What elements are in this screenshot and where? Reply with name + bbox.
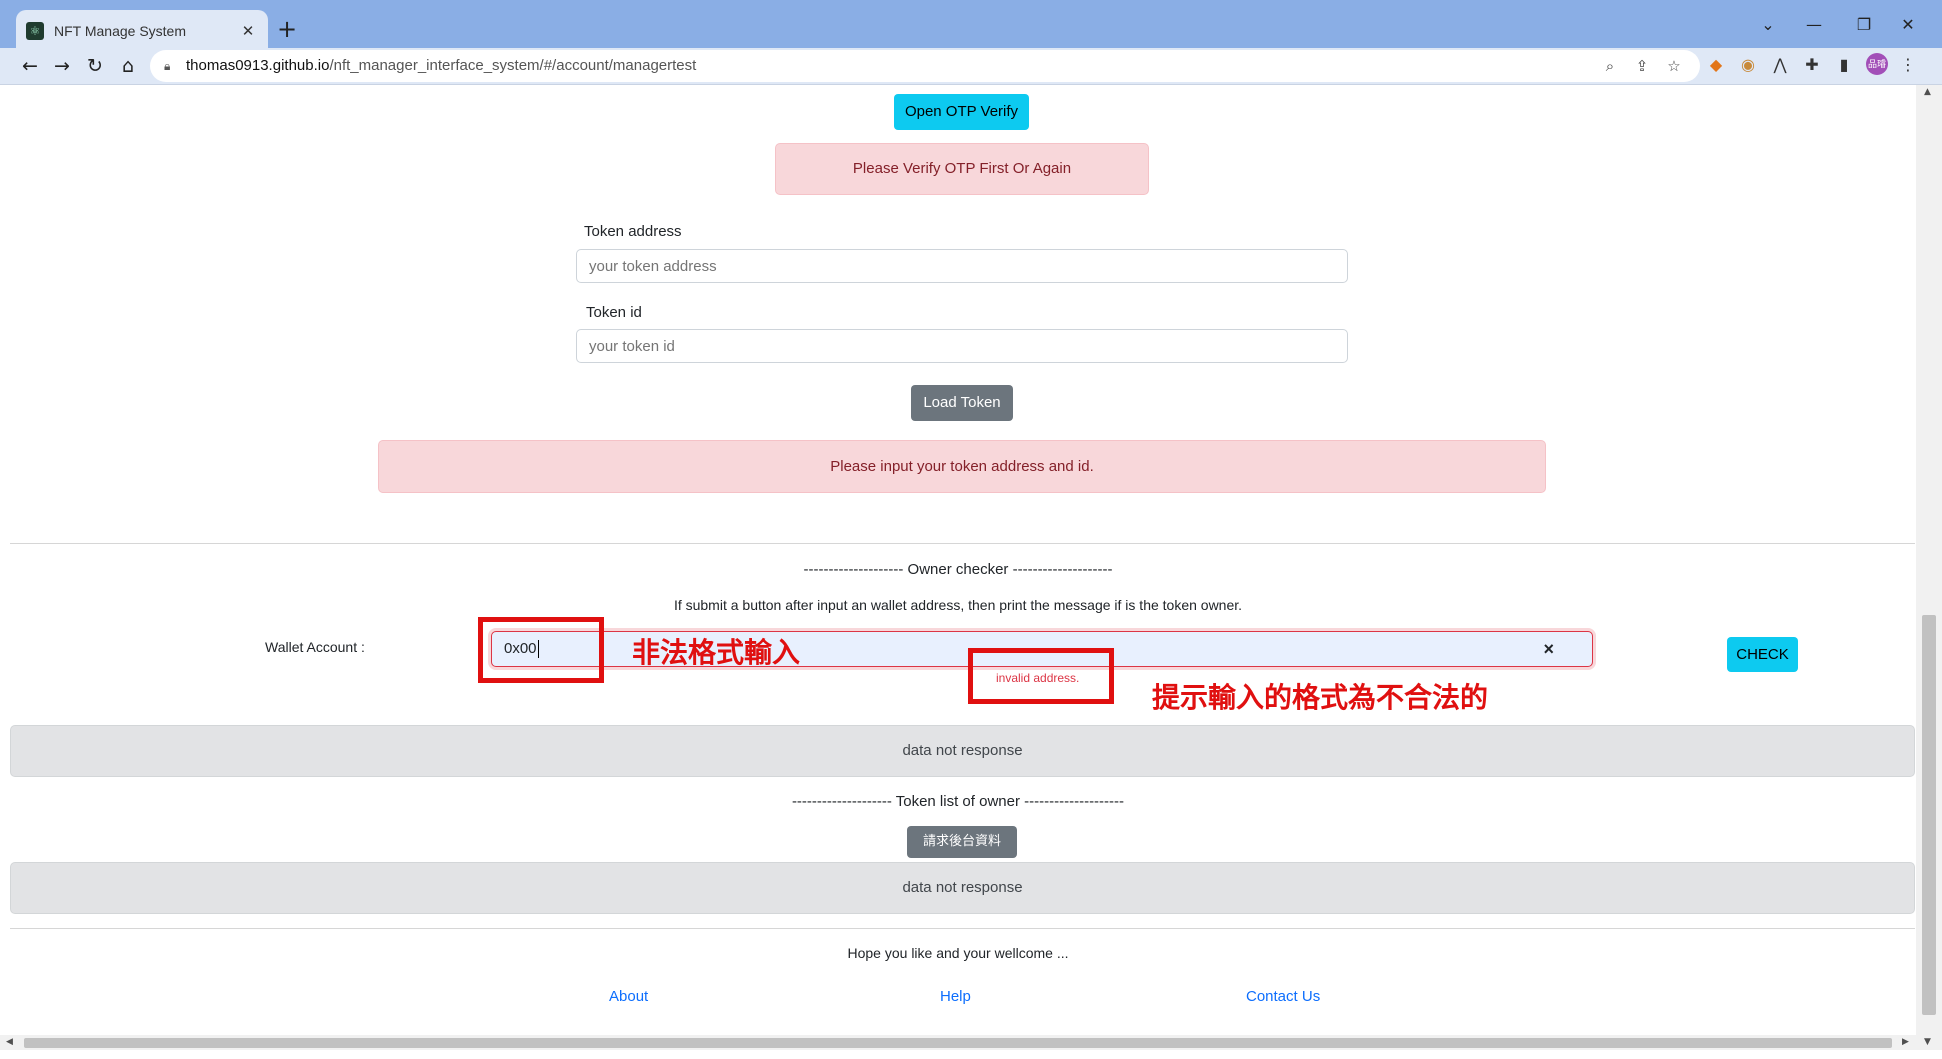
scroll-up-arrow-icon[interactable]: ▲ [1924,87,1931,97]
annotation-hint-illegal: 提示輸入的格式為不合法的 [1152,681,1489,714]
sidepanel-icon[interactable]: ▮ [1832,52,1856,78]
share-icon[interactable]: ⇪ [1630,54,1654,78]
about-link[interactable]: About [609,988,648,1005]
vertical-scrollbar[interactable]: ▲ ▼ [1916,85,1942,1050]
check-button[interactable]: CHECK [1727,637,1798,672]
browser-tab[interactable]: ⚛ NFT Manage System ✕ [16,10,268,52]
token-id-input[interactable] [576,329,1348,363]
zoom-icon[interactable]: ⌕ [1598,54,1622,78]
scroll-right-arrow-icon[interactable]: ▶ [1902,1037,1909,1047]
scroll-left-arrow-icon[interactable]: ◀ [6,1037,13,1047]
tab-title: NFT Manage System [54,23,187,39]
token-alert: Please input your token address and id. [378,440,1546,493]
close-window-button[interactable]: ✕ [1892,12,1924,38]
forward-arrow-icon[interactable]: → [48,52,76,80]
token-id-label: Token id [586,304,642,321]
contact-us-link[interactable]: Contact Us [1246,988,1320,1005]
otp-alert: Please Verify OTP First Or Again [775,143,1149,195]
star-icon[interactable]: ☆ [1662,54,1686,78]
vertical-scrollbar-thumb[interactable] [1922,615,1936,1015]
back-arrow-icon[interactable]: ← [16,52,44,80]
minimize-button[interactable]: — [1798,12,1830,38]
horizontal-scrollbar[interactable]: ◀ ▶ [0,1035,1916,1050]
load-token-button[interactable]: Load Token [911,385,1013,421]
annotation-illegal-format: 非法格式輸入 [632,636,801,669]
token-list-result: data not response [10,862,1915,914]
owner-check-result: data not response [10,725,1915,777]
url-text: thomas0913.github.io/nft_manager_interfa… [186,57,697,74]
metamask-icon[interactable]: ◆ [1704,52,1728,78]
wallet-account-label: Wallet Account : [265,639,365,655]
divider [10,543,1915,544]
page-content: Open OTP Verify Please Verify OTP First … [0,85,1916,1035]
home-icon[interactable]: ⌂ [114,52,142,80]
restore-button[interactable]: ❐ [1848,12,1880,38]
footer-divider [10,928,1915,929]
footer-message: Hope you like and your wellcome ... [847,945,1069,961]
reload-icon[interactable]: ↻ [81,52,109,80]
tab-search-icon[interactable]: ⌄ [1752,12,1784,38]
request-backend-data-button[interactable]: 請求後台資料 [907,826,1017,858]
token-list-heading: -------------------- Token list of owner… [791,793,1125,810]
menu-icon[interactable]: ⋮ [1896,52,1920,78]
help-link[interactable]: Help [940,988,971,1005]
annotation-box-input [478,617,604,683]
horizontal-scrollbar-thumb[interactable] [24,1038,1892,1048]
token-address-input[interactable] [576,249,1348,283]
browser-tab-bar: ⚛ NFT Manage System ✕ + ⌄ — ❐ ✕ [0,0,1942,52]
owner-checker-description: If submit a button after input an wallet… [673,597,1243,613]
close-tab-icon[interactable]: ✕ [238,22,258,40]
address-bar: ← → ↻ ⌂ 🔒︎ thomas0913.github.io/nft_mana… [0,48,1942,85]
avatar[interactable]: 品璿 [1866,53,1888,75]
annotation-box-error [968,648,1114,704]
owner-checker-heading: -------------------- Owner checker -----… [803,561,1113,578]
new-tab-button[interactable]: + [272,14,302,44]
window-bottom-edge [0,1050,1942,1059]
extension-icon[interactable]: ⋀ [1768,52,1792,78]
open-otp-verify-button[interactable]: Open OTP Verify [894,94,1029,130]
token-address-label: Token address [584,223,682,240]
react-favicon-icon: ⚛ [26,22,44,40]
scroll-down-arrow-icon[interactable]: ▼ [1924,1037,1931,1047]
lock-icon: 🔒︎ [164,59,171,73]
url-input[interactable]: 🔒︎ thomas0913.github.io/nft_manager_inte… [150,50,1700,82]
clear-input-icon[interactable]: × [1543,632,1554,666]
extension-icon[interactable]: ◉ [1736,52,1760,78]
puzzle-icon[interactable]: ✚ [1800,52,1824,78]
